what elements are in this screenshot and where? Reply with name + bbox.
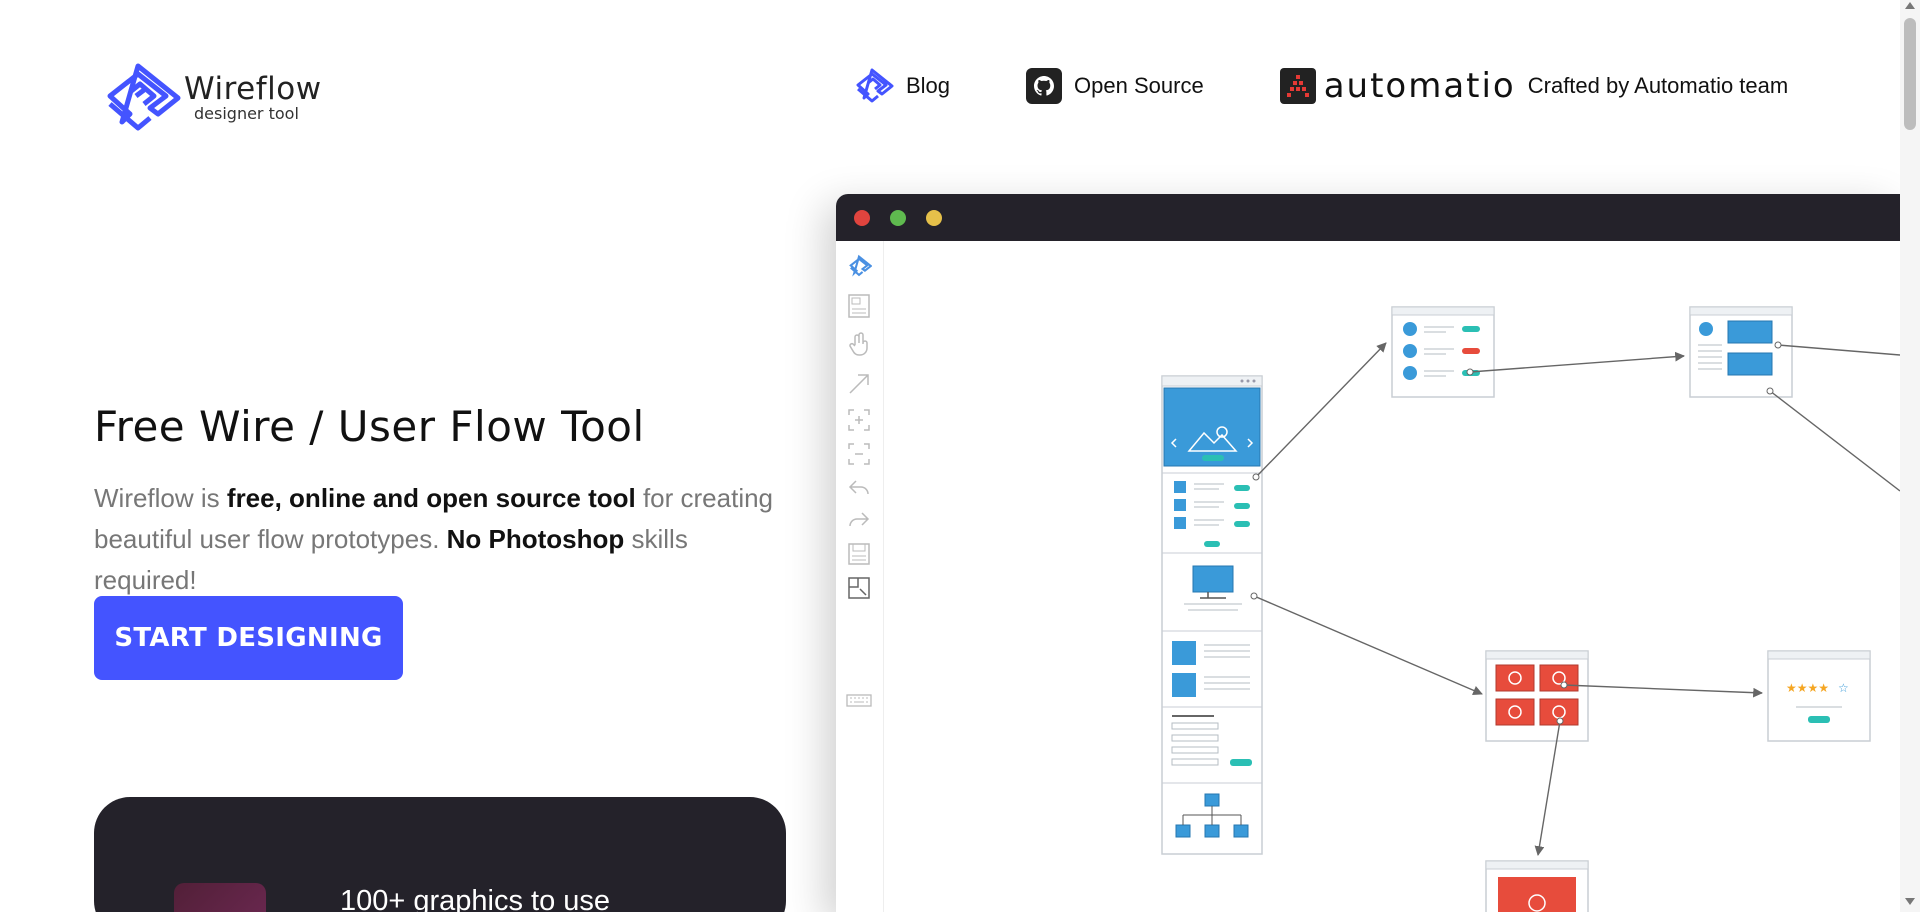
github-icon	[1026, 68, 1063, 104]
hero-description: Wireflow is free, online and open source…	[94, 478, 794, 601]
save-icon[interactable]	[846, 541, 872, 567]
automatio-wordmark: automatio	[1323, 66, 1516, 106]
nav-open-source-link[interactable]: Open Source	[1026, 68, 1204, 104]
graphics-thumbnail	[174, 883, 266, 912]
page-scrollbar[interactable]	[1900, 0, 1920, 912]
zoom-in-icon[interactable]	[846, 407, 872, 433]
app-preview-window: ★★★★ ☆	[836, 194, 1900, 912]
scrollbar-thumb[interactable]	[1904, 18, 1916, 130]
window-titlebar	[836, 194, 1900, 241]
wireframe-screen-video-player[interactable]	[1485, 860, 1589, 912]
wireflow-logo-icon[interactable]	[846, 253, 872, 279]
wireframe-screen-videos[interactable]	[1485, 650, 1589, 742]
arrow-icon[interactable]	[846, 371, 872, 397]
nav-blog-label: Blog	[906, 73, 951, 98]
nav-crafted-label: Crafted by Automatio team	[1527, 73, 1789, 98]
brand-logo[interactable]: Wireflow designer tool	[94, 62, 322, 134]
wireframe-screen-posts[interactable]	[1689, 306, 1793, 398]
flow-connectors	[1253, 342, 1900, 856]
export-icon[interactable]	[846, 575, 872, 601]
maximize-dot-icon	[890, 209, 906, 226]
hero-desc-bold: No Photoshop	[446, 524, 625, 554]
redo-icon[interactable]	[846, 507, 872, 533]
wireframe-screen-main[interactable]	[1161, 375, 1263, 855]
top-nav: Blog Open Source automatio Crafted by Au…	[850, 66, 1788, 106]
scroll-up-icon[interactable]	[1905, 2, 1915, 9]
scroll-down-icon[interactable]	[1905, 898, 1915, 905]
minimize-dot-icon	[926, 209, 942, 226]
automatio-logo-icon	[1279, 68, 1316, 104]
feature-card-text: 100+ graphics to use	[340, 885, 611, 912]
keyboard-icon[interactable]	[846, 687, 872, 713]
hero-desc-part: Wireflow is	[94, 483, 227, 513]
svg-text:★★★★: ★★★★	[1786, 681, 1829, 695]
hero-desc-bold: free, online and open source tool	[226, 483, 636, 513]
brand-name: Wireflow	[184, 71, 322, 107]
zoom-out-icon[interactable]	[846, 441, 872, 467]
flow-canvas[interactable]: ★★★★ ☆	[884, 241, 1900, 912]
wireflow-logo-icon	[850, 68, 894, 104]
wireframe-screen-users[interactable]	[1391, 306, 1495, 398]
hero-title: Free Wire / User Flow Tool	[94, 402, 645, 451]
brand-tagline: designer tool	[194, 104, 299, 123]
wireflow-logo-icon	[107, 63, 181, 131]
wireframe-screen-rate[interactable]: ★★★★ ☆	[1767, 650, 1871, 742]
undo-icon[interactable]	[846, 475, 872, 501]
svg-text:☆: ☆	[1838, 681, 1849, 695]
image-icon[interactable]	[846, 293, 872, 319]
nav-automatio-link[interactable]: automatio Crafted by Automatio team	[1279, 66, 1789, 106]
close-dot-icon	[854, 209, 870, 226]
feature-card: 100+ graphics to use	[94, 797, 786, 912]
hand-icon[interactable]	[846, 331, 872, 357]
editor-toolbar	[836, 241, 884, 912]
start-designing-button[interactable]: START DESIGNING	[94, 596, 403, 680]
nav-open-source-label: Open Source	[1074, 73, 1204, 98]
nav-blog-link[interactable]: Blog	[850, 68, 950, 104]
